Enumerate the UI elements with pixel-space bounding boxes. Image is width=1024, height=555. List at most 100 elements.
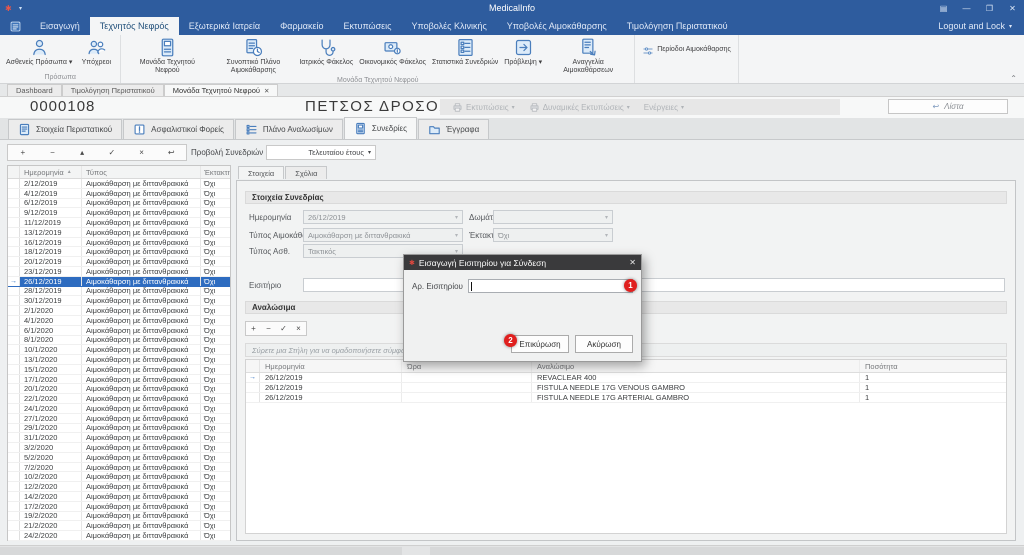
ribbon-tab-1[interactable]: Εισαγωγή [30, 17, 90, 35]
logout-and-lock-button[interactable]: Logout and Lock ▾ [926, 17, 1024, 35]
ribbon-tab-3[interactable]: Εξωτερικά Ιατρεία [179, 17, 270, 35]
session-row[interactable]: 20/1/2020Αιμοκάθαρση με διττανθρακικάΌχι [8, 384, 230, 394]
sessions-toolbar-button[interactable]: ↩ [156, 145, 186, 160]
consumables-toolbar-button[interactable]: − [261, 322, 276, 335]
session-row[interactable]: 29/1/2020Αιμοκάθαρση με διττανθρακικάΌχι [8, 424, 230, 434]
ribbon-button[interactable]: Υπόχρεοι [75, 36, 117, 67]
ribbon-button[interactable]: Ιατρικός Φάκελος [296, 36, 356, 67]
session-row[interactable]: 18/12/2019Αιμοκάθαρση με διττανθρακικάΌχ… [8, 247, 230, 257]
session-row[interactable]: 17/1/2020Αιμοκάθαρση με διττανθρακικάΌχι [8, 375, 230, 385]
session-row[interactable]: 27/1/2020Αιμοκάθαρση με διττανθρακικάΌχι [8, 414, 230, 424]
session-row[interactable]: 20/12/2019Αιμοκάθαρση με διττανθρακικάΌχ… [8, 257, 230, 267]
session-row[interactable]: 6/1/2020Αιμοκάθαρση με διττανθρακικάΌχι [8, 326, 230, 336]
record-tab[interactable]: Στοιχεία Περιστατικού [8, 119, 122, 139]
ribbon-tab-2[interactable]: Τεχνητός Νεφρός [90, 17, 179, 35]
document-tab[interactable]: Dashboard [7, 84, 62, 96]
detail-tab[interactable]: Σχόλια [285, 166, 327, 179]
consumable-row[interactable]: →26/12/2019REVACLEAR 4001 [246, 373, 1006, 383]
minimize-button[interactable]: — [955, 0, 978, 17]
consumables-toolbar-button[interactable]: ✓ [276, 322, 291, 335]
session-row[interactable]: →26/12/2019Αιμοκάθαρση με διττανθρακικάΌ… [8, 277, 230, 287]
close-button[interactable]: ✕ [1001, 0, 1024, 17]
row-indicator-cell [8, 238, 20, 247]
session-row[interactable]: 13/12/2019Αιμοκάθαρση με διττανθρακικάΌχ… [8, 228, 230, 238]
ribbon-tab-8[interactable]: Τιμολόγηση Περιστατικού [617, 17, 738, 35]
session-row[interactable]: 17/2/2020Αιμοκάθαρση με διττανθρακικάΌχι [8, 502, 230, 512]
session-row[interactable]: 19/2/2020Αιμοκάθαρση με διττανθρακικάΌχι [8, 512, 230, 522]
record-tab[interactable]: Συνεδρίες [344, 117, 417, 139]
session-row[interactable]: 24/2/2020Αιμοκάθαρση με διττανθρακικάΌχι [8, 531, 230, 541]
ribbon-button[interactable]: Περίοδοι Αιμοκάθαρσης [638, 43, 735, 58]
ribbon-button[interactable]: Αναγγελία Αιμοκαθάρσεων [545, 36, 631, 75]
session-row[interactable]: 16/12/2019Αιμοκάθαρση με διττανθρακικάΌχ… [8, 238, 230, 248]
ribbon-button[interactable]: Στατιστικά Συνεδριών [429, 36, 501, 67]
close-tab-icon[interactable]: ✕ [264, 87, 269, 95]
session-row[interactable]: 2/12/2019Αιμοκάθαρση με διττανθρακικάΌχι [8, 179, 230, 189]
session-row[interactable]: 4/1/2020Αιμοκάθαρση με διττανθρακικάΌχι [8, 316, 230, 326]
column-header-date[interactable]: Ημερομηνία [260, 360, 402, 372]
ribbon-tab-5[interactable]: Εκτυπώσεις [334, 17, 402, 35]
sessions-toolbar-button[interactable]: − [38, 145, 68, 160]
ticket-number-input[interactable] [468, 279, 633, 293]
session-row[interactable]: 8/1/2020Αιμοκάθαρση με διττανθρακικάΌχι [8, 336, 230, 346]
ribbon-button[interactable]: Συνοπτικό Πλάνο Αιμοκάθαρσης [210, 36, 296, 75]
record-tab[interactable]: Έγγραφα [418, 119, 489, 139]
session-row[interactable]: 10/2/2020Αιμοκάθαρση με διττανθρακικάΌχι [8, 472, 230, 482]
document-tab[interactable]: Τιμολόγηση Περιστατικού [62, 84, 164, 96]
session-row[interactable]: 3/2/2020Αιμοκάθαρση με διττανθρακικάΌχι [8, 443, 230, 453]
ribbon-tab-7[interactable]: Υποβολές Αιμοκάθαρσης [497, 17, 617, 35]
session-row[interactable]: 21/2/2020Αιμοκάθαρση με διττανθρακικάΌχι [8, 521, 230, 531]
session-row[interactable]: 7/2/2020Αιμοκάθαρση με διττανθρακικάΌχι [8, 463, 230, 473]
detail-tab[interactable]: Στοιχεία [238, 166, 284, 179]
restore-button[interactable]: ❐ [978, 0, 1001, 17]
cancel-button[interactable]: Ακύρωση [575, 335, 633, 353]
ribbon-tab-6[interactable]: Υποβολές Κλινικής [402, 17, 497, 35]
column-header-qty[interactable]: Ποσότητα [860, 360, 1006, 372]
ribbon-button[interactable]: Πρόβλεψη ▾ [501, 36, 545, 67]
sessions-toolbar-button[interactable]: ▴ [67, 145, 97, 160]
session-row[interactable]: 13/1/2020Αιμοκάθαρση με διττανθρακικάΌχι [8, 355, 230, 365]
document-tab[interactable]: Μονάδα Τεχνητού Νεφρού✕ [164, 84, 279, 96]
sessions-toolbar-button[interactable]: + [8, 145, 38, 160]
session-row[interactable]: 4/12/2019Αιμοκάθαρση με διττανθρακικάΌχι [8, 189, 230, 199]
session-date-cell: 12/2/2020 [20, 482, 82, 491]
session-row[interactable]: 30/12/2019Αιμοκάθαρση με διττανθρακικάΌχ… [8, 296, 230, 306]
consumable-row[interactable]: 26/12/2019FISTULA NEEDLE 17G VENOUS GAMB… [246, 383, 1006, 393]
record-tab[interactable]: Ασφαλιστικοί Φορείς [123, 119, 234, 139]
consumables-toolbar-button[interactable]: + [246, 322, 261, 335]
session-row[interactable]: 6/12/2019Αιμοκάθαρση με διττανθρακικάΌχι [8, 199, 230, 209]
session-row[interactable]: 15/1/2020Αιμοκάθαρση με διττανθρακικάΌχι [8, 365, 230, 375]
list-button[interactable]: ↩ Λίστα [888, 99, 1008, 114]
column-header-extra[interactable]: Έκτακτη [201, 166, 230, 178]
row-indicator-cell [8, 492, 20, 501]
confirm-button[interactable]: Επικύρωση [511, 335, 569, 353]
column-header-type[interactable]: Τύπος [82, 166, 201, 178]
session-row[interactable]: 24/1/2020Αιμοκάθαρση με διττανθρακικάΌχι [8, 404, 230, 414]
ribbon-button[interactable]: Οικονομικός Φάκελος [356, 36, 429, 67]
consumable-row[interactable]: 26/12/2019FISTULA NEEDLE 17G ARTERIAL GA… [246, 393, 1006, 403]
session-row[interactable]: 28/12/2019Αιμοκάθαρση με διττανθρακικάΌχ… [8, 287, 230, 297]
sessions-toolbar-button[interactable]: × [127, 145, 157, 160]
consumables-toolbar-button[interactable]: × [291, 322, 306, 335]
session-row[interactable]: 23/12/2019Αιμοκάθαρση με διττανθρακικάΌχ… [8, 267, 230, 277]
ribbon-tab-4[interactable]: Φαρμακείο [270, 17, 333, 35]
session-row[interactable]: 10/1/2020Αιμοκάθαρση με διττανθρακικάΌχι [8, 345, 230, 355]
session-row[interactable]: 31/1/2020Αιμοκάθαρση με διττανθρακικάΌχι [8, 433, 230, 443]
session-row[interactable]: 9/12/2019Αιμοκάθαρση με διττανθρακικάΌχι [8, 208, 230, 218]
sessions-table: Ημερομηνία ▲ Τύπος Έκτακτη 2/12/2019Αιμο… [7, 165, 231, 541]
session-row[interactable]: 12/2/2020Αιμοκάθαρση με διττανθρακικάΌχι [8, 482, 230, 492]
ribbon-button[interactable]: Ασθενείς Πρόσωπα ▾ [3, 36, 75, 67]
ribbon-options-icon[interactable]: ▤ [932, 0, 955, 17]
sessions-toolbar-button[interactable]: ✓ [97, 145, 127, 160]
session-row[interactable]: 22/1/2020Αιμοκάθαρση με διττανθρακικάΌχι [8, 394, 230, 404]
file-menu-button[interactable] [0, 17, 30, 35]
session-row[interactable]: 11/12/2019Αιμοκάθαρση με διττανθρακικάΌχ… [8, 218, 230, 228]
ribbon-button[interactable]: Μονάδα Τεχνητού Νεφρού [124, 36, 210, 75]
record-tab[interactable]: Πλάνο Αναλωσίμων [235, 119, 343, 139]
sessions-view-filter[interactable]: Τελευταίου έτους ▾ [266, 145, 376, 160]
session-row[interactable]: 5/2/2020Αιμοκάθαρση με διττανθρακικάΌχι [8, 453, 230, 463]
session-row[interactable]: 14/2/2020Αιμοκάθαρση με διττανθρακικάΌχι [8, 492, 230, 502]
dialog-close-icon[interactable]: ✕ [629, 258, 636, 267]
column-header-date[interactable]: Ημερομηνία ▲ [20, 166, 82, 178]
session-row[interactable]: 2/1/2020Αιμοκάθαρση με διττανθρακικάΌχι [8, 306, 230, 316]
